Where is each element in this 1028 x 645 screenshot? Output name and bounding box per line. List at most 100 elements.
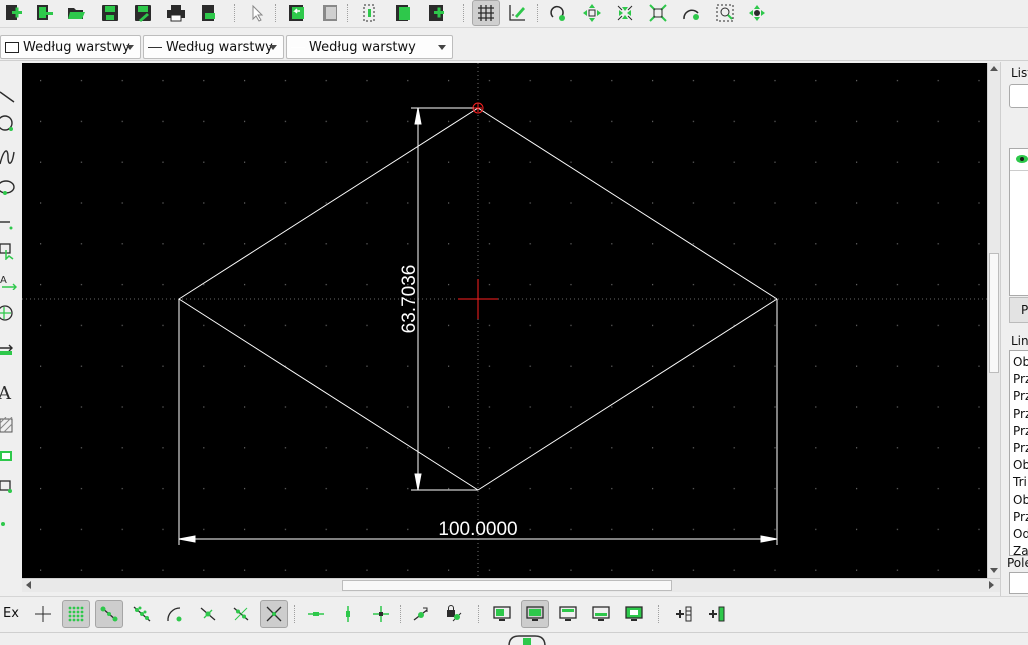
pen-property-toolbar: Według warstwy Według warstwy Według war…: [0, 31, 1028, 61]
zoom-window-icon[interactable]: [713, 1, 737, 25]
view-5-icon[interactable]: [620, 600, 648, 628]
measure-tool-icon[interactable]: [0, 336, 18, 358]
zoom-pan-icon[interactable]: [745, 1, 769, 25]
circle-tool-icon[interactable]: [0, 112, 18, 134]
snap-center-icon[interactable]: [161, 600, 189, 628]
draft-mode-icon[interactable]: [505, 1, 529, 25]
snap-endpoint-icon[interactable]: [95, 600, 123, 628]
new-file-icon[interactable]: [1, 1, 25, 25]
paste-icon[interactable]: [424, 1, 448, 25]
select-pointer-icon[interactable]: [245, 1, 269, 25]
lock-relative-zero-icon[interactable]: [440, 600, 468, 628]
linewidth-combo-value: Według warstwy: [166, 39, 273, 55]
view-2-icon[interactable]: [521, 600, 549, 628]
line-width-swatch: [148, 46, 162, 48]
toolbar-separator: [537, 4, 538, 22]
cut-icon[interactable]: [357, 1, 381, 25]
svg-text:A: A: [0, 275, 7, 286]
grid-icon[interactable]: [472, 0, 500, 26]
view-4-icon[interactable]: [587, 600, 615, 628]
layer-list-label: List: [1011, 66, 1028, 80]
select-tool-icon[interactable]: [0, 240, 18, 262]
snap-grid-icon[interactable]: [62, 600, 90, 628]
color-swatch: [5, 41, 19, 53]
spline-tool-icon[interactable]: [0, 146, 18, 168]
ellipse-tool-icon[interactable]: [0, 176, 18, 198]
print-preview-icon[interactable]: [197, 1, 221, 25]
copy-icon[interactable]: [391, 1, 415, 25]
view-1-icon[interactable]: [488, 600, 516, 628]
command-history-item: Ob: [1013, 355, 1028, 369]
command-history-item: Prz: [1013, 423, 1028, 438]
line-tool-icon[interactable]: [0, 84, 18, 106]
open-file-icon[interactable]: [64, 1, 88, 25]
zoom-previous-icon[interactable]: [679, 1, 703, 25]
layer-panel-button[interactable]: P: [1009, 297, 1028, 323]
command-history-list[interactable]: ObPrzPrzPrzPrzPrzObTriObPrzOdZar: [1009, 350, 1028, 558]
drawing-canvas[interactable]: 63.7036 100.0000: [22, 63, 987, 578]
command-list-label: Lin: [1011, 334, 1028, 348]
save-as-icon[interactable]: [131, 1, 155, 25]
text-tool-icon[interactable]: A: [0, 382, 18, 404]
eye-icon[interactable]: [1015, 154, 1028, 164]
zoom-out-icon[interactable]: [613, 1, 637, 25]
layer-filter-input[interactable]: [1009, 84, 1028, 108]
horizontal-dimension-text: 100.0000: [438, 519, 517, 540]
command-history-item: Prz: [1013, 406, 1028, 421]
command-history-item: Ob: [1013, 458, 1028, 473]
image-tool-icon[interactable]: [0, 445, 18, 467]
block-tool-icon[interactable]: [0, 476, 18, 498]
hatch-tool-icon[interactable]: [0, 415, 18, 437]
snap-free-icon[interactable]: [29, 600, 57, 628]
redo-icon[interactable]: [318, 1, 342, 25]
insert-row-icon[interactable]: [669, 600, 697, 628]
chevron-down-icon: [126, 45, 134, 50]
color-combo[interactable]: Według warstwy: [0, 35, 141, 59]
snap-on-entity-icon[interactable]: [128, 600, 156, 628]
print-icon[interactable]: [164, 1, 188, 25]
scroll-down-icon[interactable]: [990, 568, 998, 573]
linewidth-combo[interactable]: Według warstwy: [143, 35, 284, 59]
view-3-icon[interactable]: [554, 600, 582, 628]
command-input[interactable]: [1009, 572, 1028, 594]
point-tool-icon[interactable]: [0, 510, 18, 532]
snap-intersection-icon[interactable]: [260, 600, 288, 628]
command-history-item: Prz: [1013, 509, 1028, 524]
layer-panel-button-label: P: [1021, 303, 1028, 317]
zoom-redraw-icon[interactable]: [546, 1, 570, 25]
restrict-vertical-icon[interactable]: [334, 600, 362, 628]
vertical-scrollbar[interactable]: [987, 63, 1000, 578]
snap-middle-icon[interactable]: [194, 600, 222, 628]
zoom-auto-icon[interactable]: [646, 1, 670, 25]
main-toolbar: [0, 0, 1028, 28]
command-history-item: Prz: [1013, 372, 1028, 387]
toolbar-separator: [478, 605, 479, 623]
restrict-horizontal-icon[interactable]: [302, 600, 330, 628]
scroll-right-icon[interactable]: [989, 581, 994, 589]
save-icon[interactable]: [98, 1, 122, 25]
dimension-tool-icon[interactable]: A: [0, 270, 18, 292]
line-type-swatch: [291, 46, 305, 48]
vertical-dimension-text: 63.7036: [399, 265, 420, 334]
zoom-in-icon[interactable]: [580, 1, 604, 25]
cad-application-window: Według warstwy Według warstwy Według war…: [0, 0, 1028, 645]
layer-list[interactable]: [1009, 148, 1028, 296]
toolbar-separator: [294, 605, 295, 623]
vertical-scroll-thumb[interactable]: [989, 253, 999, 373]
horizontal-scrollbar[interactable]: [22, 578, 1000, 592]
snap-distance-icon[interactable]: [227, 600, 255, 628]
horizontal-scroll-thumb[interactable]: [342, 580, 672, 591]
insert-column-icon[interactable]: [702, 600, 730, 628]
linetype-combo[interactable]: Według warstwy: [286, 35, 453, 59]
undo-icon[interactable]: [285, 1, 309, 25]
polyline-tool-icon[interactable]: [0, 212, 18, 234]
new-from-template-icon[interactable]: [32, 1, 56, 25]
modify-tool-icon[interactable]: [0, 302, 18, 324]
command-history-item: Ob: [1013, 492, 1028, 507]
restrict-orthogonal-icon[interactable]: [367, 600, 395, 628]
toolbar-separator: [275, 4, 276, 22]
scroll-up-icon[interactable]: [990, 66, 998, 71]
command-input-label: Pole: [1007, 556, 1028, 570]
relative-zero-icon[interactable]: [407, 600, 435, 628]
scroll-left-icon[interactable]: [26, 581, 31, 589]
